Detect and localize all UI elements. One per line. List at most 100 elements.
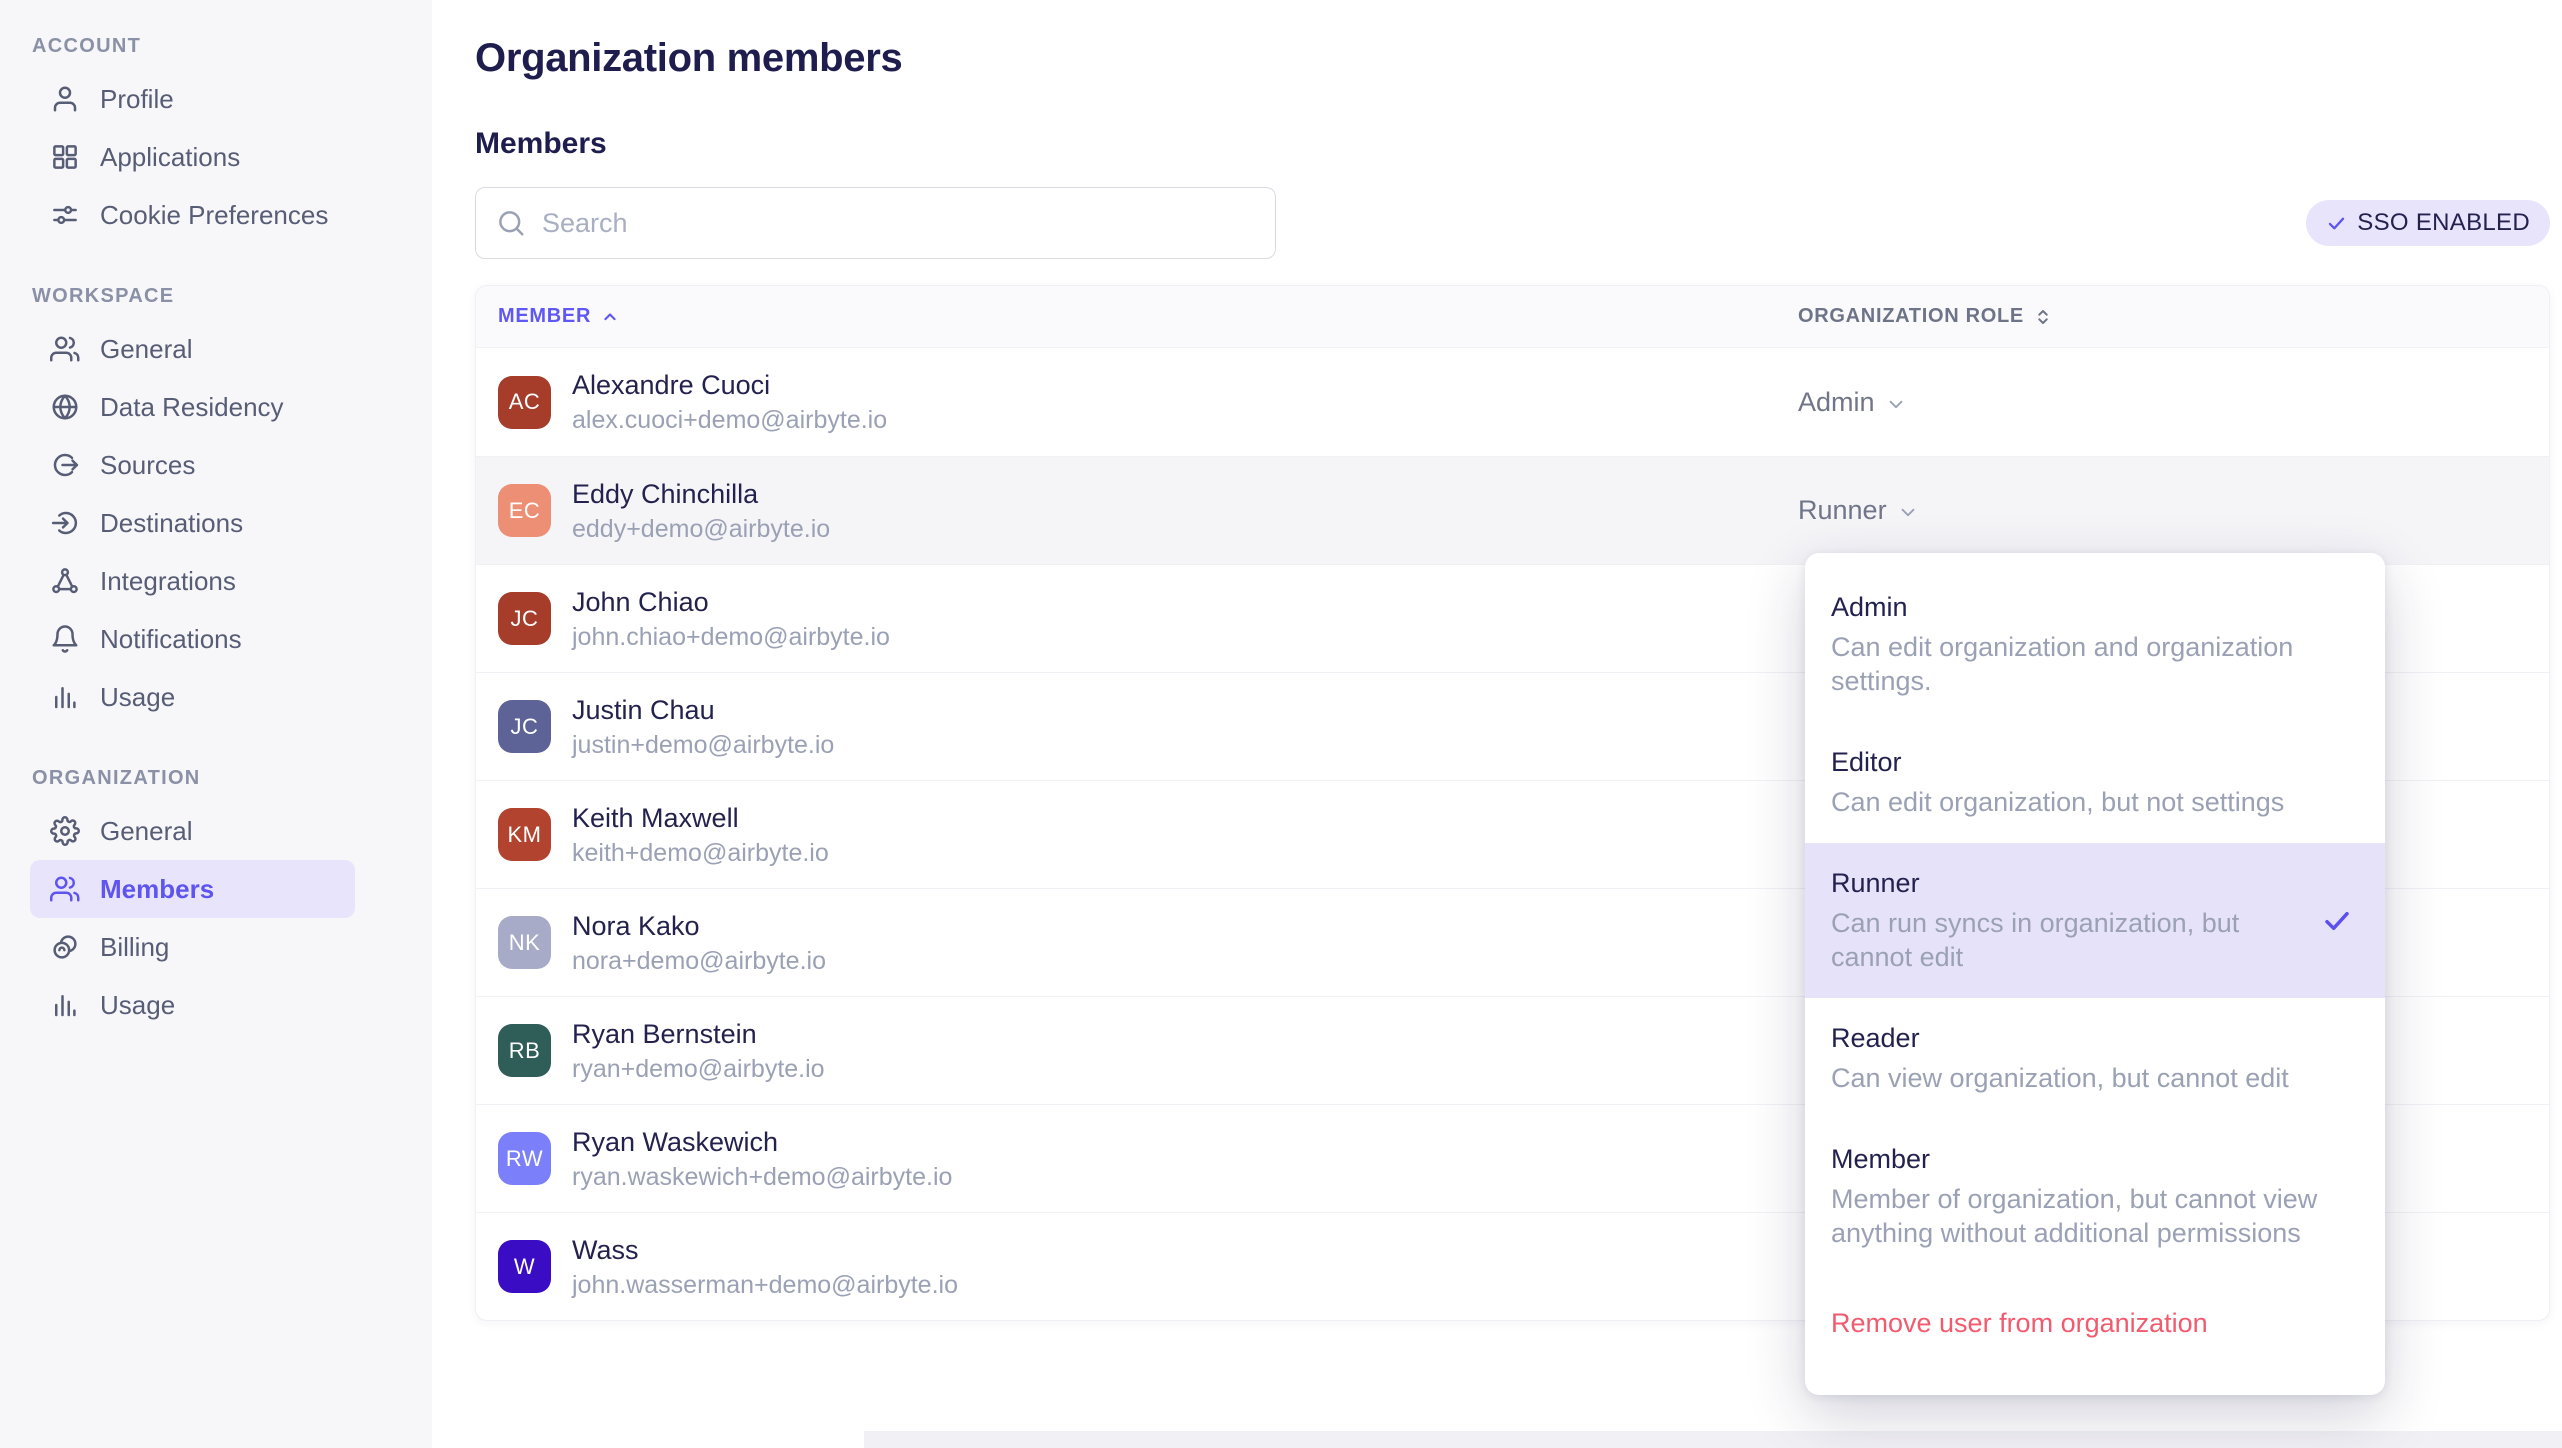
sidebar-item-label: Billing bbox=[100, 932, 169, 963]
destination-icon bbox=[50, 508, 80, 538]
member-email: ryan+demo@airbyte.io bbox=[572, 1053, 825, 1085]
role-option-editor[interactable]: EditorCan edit organization, but not set… bbox=[1805, 722, 2385, 843]
settings-sidebar: ACCOUNT ProfileApplications Cookie Prefere… bbox=[0, 0, 432, 1448]
table-row: EC Eddy Chinchillaeddy+demo@airbyte.io Run… bbox=[476, 456, 2549, 564]
sidebar-item-integrations[interactable]: Integrations bbox=[30, 552, 355, 610]
avatar: JC bbox=[498, 700, 551, 753]
member-email: alex.cuoci+demo@airbyte.io bbox=[572, 404, 887, 436]
check-icon bbox=[2321, 905, 2353, 937]
role-option-member[interactable]: MemberMember of organization, but cannot… bbox=[1805, 1119, 2385, 1274]
members-section-title: Members bbox=[475, 127, 2550, 161]
search-row: SSO ENABLED bbox=[475, 187, 2550, 259]
role-select[interactable]: Admin bbox=[1776, 387, 2549, 418]
member-cell: EC Eddy Chinchillaeddy+demo@airbyte.io bbox=[476, 477, 1776, 545]
sidebar-item-general[interactable]: General bbox=[30, 802, 355, 860]
member-name: Nora Kako bbox=[572, 909, 826, 943]
sort-ascending-icon bbox=[600, 307, 620, 327]
member-column-label: MEMBER bbox=[498, 305, 591, 328]
sidebar-item-billing[interactable]: Billing bbox=[30, 918, 355, 976]
role-dropdown-menu: AdminCan edit organization and organizat… bbox=[1805, 553, 2385, 1395]
sort-ascending-icon bbox=[600, 307, 620, 327]
member-cell: AC Alexandre Cuocialex.cuoci+demo@airbyte… bbox=[476, 368, 1776, 436]
role-option-title: Member bbox=[1831, 1141, 2359, 1177]
gear-icon bbox=[50, 816, 80, 846]
role-select[interactable]: Runner bbox=[1776, 495, 2549, 526]
column-header-member[interactable]: MEMBER bbox=[476, 305, 1776, 328]
check-icon bbox=[2326, 213, 2347, 234]
role-option-runner[interactable]: RunnerCan run syncs in organization, but… bbox=[1805, 843, 2385, 998]
avatar: AC bbox=[498, 376, 551, 429]
member-identity: Ryan Waskewichryan.waskewich+demo@airbyt… bbox=[572, 1125, 952, 1193]
sidebar-item-sources[interactable]: Sources bbox=[30, 436, 355, 494]
source-icon bbox=[50, 450, 80, 480]
sort-icon bbox=[2033, 307, 2053, 327]
sidebar-item-label: General bbox=[100, 816, 193, 847]
role-option-description: Can edit organization and organization s… bbox=[1831, 630, 2336, 698]
member-identity: John Chiaojohn.chiao+demo@airbyte.io bbox=[572, 585, 890, 653]
sidebar-item-label: Usage bbox=[100, 990, 175, 1021]
member-identity: Eddy Chinchillaeddy+demo@airbyte.io bbox=[572, 477, 830, 545]
member-email: eddy+demo@airbyte.io bbox=[572, 513, 830, 545]
member-email: keith+demo@airbyte.io bbox=[572, 837, 829, 869]
remove-user-menu-item[interactable]: Remove user from organization bbox=[1805, 1298, 2385, 1349]
sidebar-item-usage[interactable]: Usage bbox=[30, 668, 355, 726]
member-name: Eddy Chinchilla bbox=[572, 477, 830, 511]
grid-icon bbox=[50, 142, 80, 172]
member-name: Ryan Bernstein bbox=[572, 1017, 825, 1051]
member-identity: Alexandre Cuocialex.cuoci+demo@airbyte.i… bbox=[572, 368, 887, 436]
sliders-icon bbox=[50, 200, 80, 230]
member-name: Alexandre Cuoci bbox=[572, 368, 887, 402]
search-icon bbox=[496, 208, 526, 238]
chevron-down-icon bbox=[1885, 393, 1907, 415]
bell-icon bbox=[50, 624, 80, 654]
role-option-description: Can view organization, but cannot edit bbox=[1831, 1061, 2336, 1095]
role-option-reader[interactable]: ReaderCan view organization, but cannot … bbox=[1805, 998, 2385, 1119]
sidebar-section-workspace: WORKSPACEGeneralData ResidencySourcesDes… bbox=[0, 280, 432, 726]
search-icon bbox=[496, 208, 526, 238]
member-email: john.chiao+demo@airbyte.io bbox=[572, 621, 890, 653]
sidebar-item-label: Data Residency bbox=[100, 392, 284, 423]
sso-enabled-badge: SSO ENABLED bbox=[2306, 200, 2550, 246]
sidebar-item-label: Integrations bbox=[100, 566, 236, 597]
sidebar-item-general[interactable]: General bbox=[30, 320, 355, 378]
member-identity: Wassjohn.wasserman+demo@airbyte.io bbox=[572, 1233, 958, 1301]
sidebar-section-organization: ORGANIZATIONGeneralMembersBillingUsage bbox=[0, 762, 432, 1034]
role-option-admin[interactable]: AdminCan edit organization and organizat… bbox=[1805, 567, 2385, 722]
search-input[interactable] bbox=[542, 208, 1255, 239]
sidebar-item-data-residency[interactable]: Data Residency bbox=[30, 378, 355, 436]
sidebar-item-label: Usage bbox=[100, 682, 175, 713]
member-cell: RWRyan Waskewichryan.waskewich+demo@airb… bbox=[476, 1125, 1776, 1193]
sidebar-item-destinations[interactable]: Destinations bbox=[30, 494, 355, 552]
role-value: Runner bbox=[1798, 495, 1887, 526]
sidebar-item-members[interactable]: Members bbox=[30, 860, 355, 918]
member-cell: WWassjohn.wasserman+demo@airbyte.io bbox=[476, 1233, 1776, 1301]
role-value: Admin bbox=[1798, 387, 1875, 418]
member-name: Wass bbox=[572, 1233, 958, 1267]
avatar: EC bbox=[498, 484, 551, 537]
sidebar-item-notifications[interactable]: Notifications bbox=[30, 610, 355, 668]
users-icon bbox=[50, 334, 80, 364]
sidebar-item-profile[interactable]: Profile bbox=[30, 70, 355, 128]
sidebar-item-label: Notifications bbox=[100, 624, 242, 655]
sidebar-item-label: Cookie Preferences bbox=[100, 200, 328, 231]
integrations-icon bbox=[50, 566, 80, 596]
column-header-organization-role[interactable]: ORGANIZATION ROLE bbox=[1776, 305, 2549, 328]
sidebar-section-account: ACCOUNT ProfileApplications Cookie Prefere… bbox=[0, 30, 432, 244]
sidebar-item-label: General bbox=[100, 334, 193, 365]
avatar: JC bbox=[498, 592, 551, 645]
check-icon bbox=[2326, 213, 2347, 234]
bar-chart-icon bbox=[50, 682, 80, 712]
sidebar-item-cookie-preferences[interactable]: Cookie Preferences bbox=[30, 186, 355, 244]
role-column-label: ORGANIZATION ROLE bbox=[1798, 305, 2024, 328]
avatar: NK bbox=[498, 916, 551, 969]
member-cell: NK Nora Kakonora+demo@airbyte.io bbox=[476, 909, 1776, 977]
sidebar-item-label: Destinations bbox=[100, 508, 243, 539]
member-email: ryan.waskewich+demo@airbyte.io bbox=[572, 1161, 952, 1193]
sidebar-item-usage[interactable]: Usage bbox=[30, 976, 355, 1034]
sidebar-section-header: ACCOUNT bbox=[32, 30, 432, 62]
page-title: Organization members bbox=[475, 36, 2550, 81]
member-identity: Ryan Bernsteinryan+demo@airbyte.io bbox=[572, 1017, 825, 1085]
member-identity: Nora Kakonora+demo@airbyte.io bbox=[572, 909, 826, 977]
sidebar-item-applications[interactable]: Applications bbox=[30, 128, 355, 186]
role-option-title: Editor bbox=[1831, 744, 2359, 780]
